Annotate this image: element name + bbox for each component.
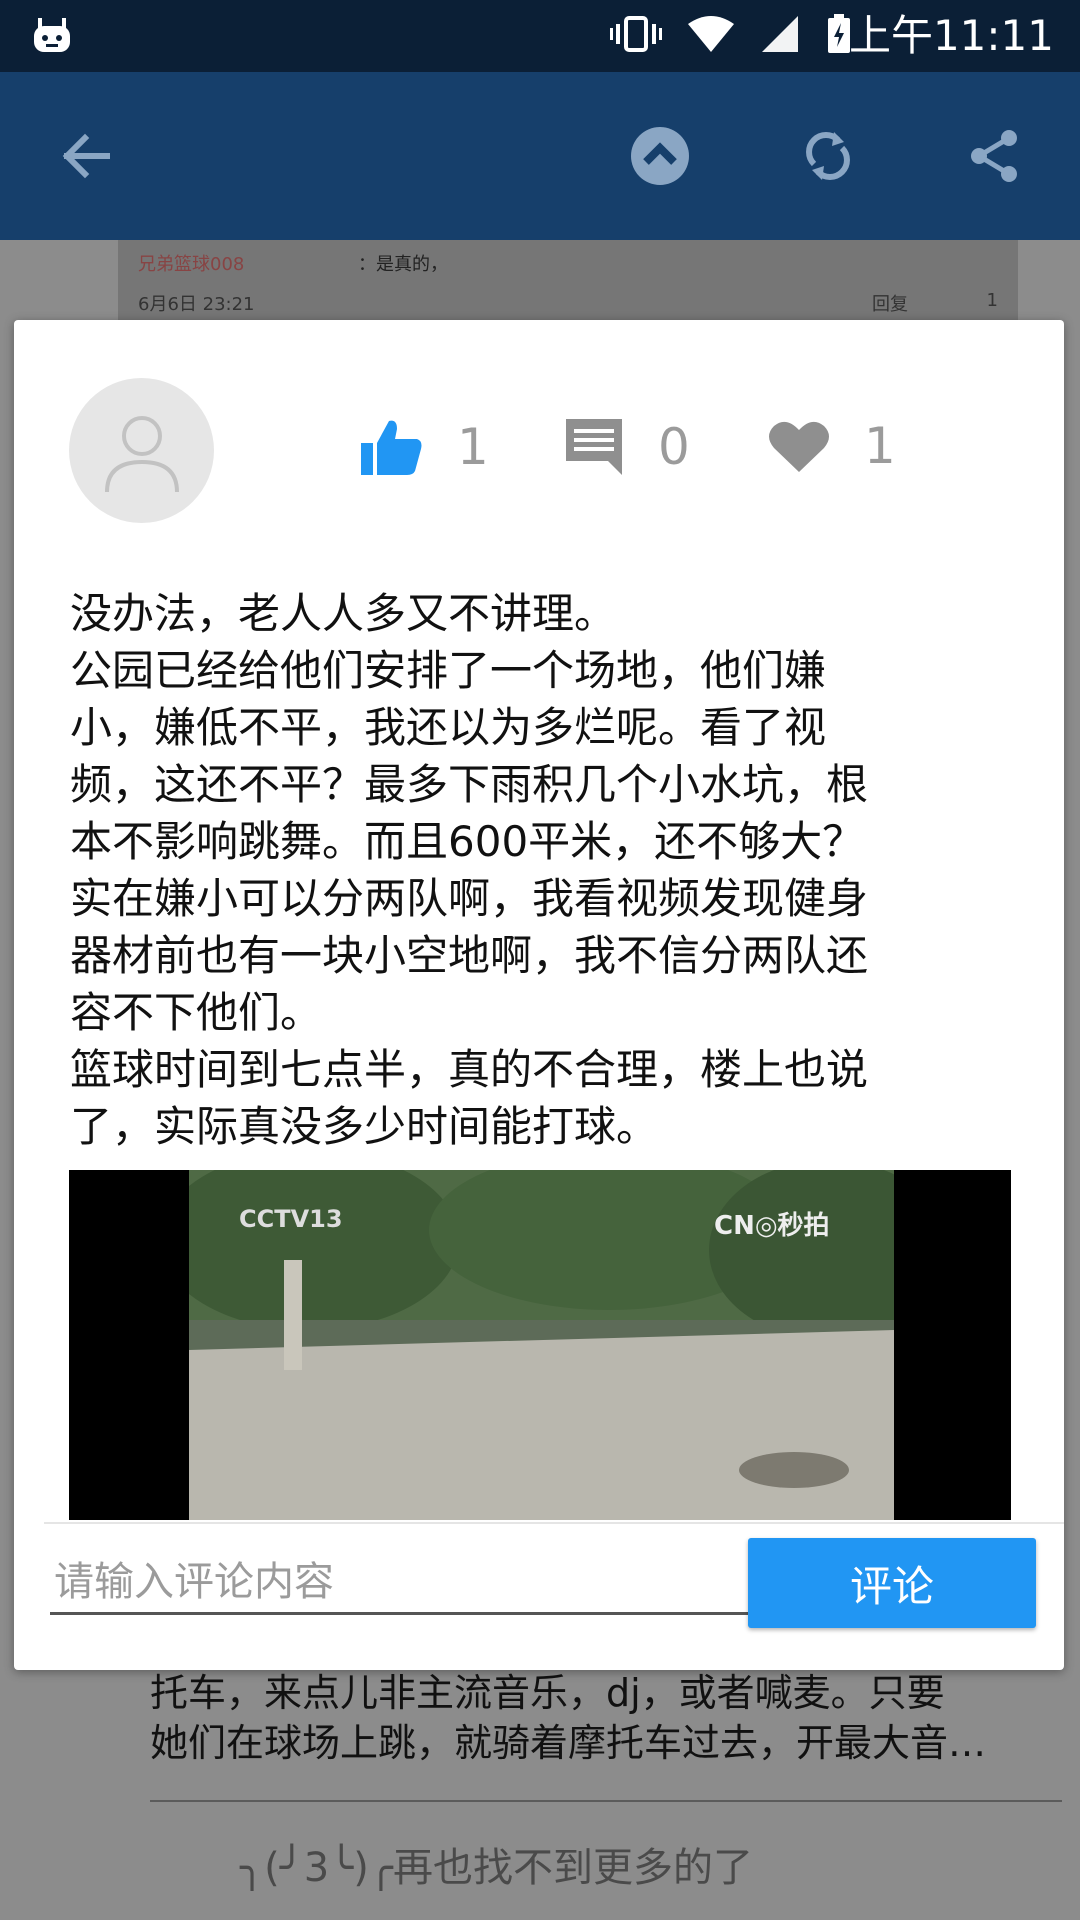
signal-icon [760, 14, 800, 58]
like-stat[interactable]: 1 [359, 417, 489, 477]
background-comment-body: 托车，来点儿非主流音乐，dj，或者喊麦。只要 她们在球场上跳，就骑着摩托车过去，… [150, 1671, 987, 1765]
wifi-icon [688, 14, 734, 58]
comment-detail-dialog: 1 0 1 没办法，老人人多又不讲理。 公园已经给他们安排了一个场地，他们嫌 小… [14, 320, 1064, 1670]
user-placeholder-icon [104, 415, 179, 492]
comment-icon [566, 419, 622, 475]
back-arrow-icon[interactable] [45, 116, 125, 196]
heart-icon [769, 421, 829, 472]
comment-input[interactable] [50, 1552, 748, 1615]
status-bar: 上午11:11 [0, 0, 1080, 72]
status-time: 上午11:11 [848, 11, 1054, 60]
vibrate-icon [610, 14, 662, 58]
input-divider [44, 1522, 1064, 1524]
comment-content: 没办法，老人人多又不讲理。 公园已经给他们安排了一个场地，他们嫌 小，嫌低不平，… [70, 589, 869, 1151]
background-divider [150, 1800, 1062, 1802]
comment-stat[interactable]: 0 [564, 417, 690, 477]
comment-count: 0 [658, 418, 690, 476]
cctv-logo: CCTV13 [239, 1205, 343, 1233]
background-comment-user: 兄弟篮球008 [138, 254, 245, 275]
refresh-icon[interactable] [788, 116, 868, 196]
top-toolbar [0, 72, 1080, 240]
background-comment-date: 6月6日 23:21 [138, 294, 255, 315]
background-comment-text: ：是真的， [358, 254, 448, 275]
share-icon[interactable] [955, 116, 1035, 196]
avatar[interactable] [69, 378, 214, 523]
favorite-stat[interactable]: 1 [768, 417, 896, 475]
background-like-count: 1 [986, 290, 998, 311]
video-thumbnail[interactable]: CCTV13 CN◎秒拍 [69, 1170, 1011, 1520]
favorite-count: 1 [864, 417, 896, 475]
background-reply-link: 回复 [872, 294, 908, 315]
scroll-top-icon[interactable] [620, 116, 700, 196]
submit-comment-button[interactable]: 评论 [748, 1538, 1036, 1628]
thumb-up-icon [361, 420, 422, 475]
background-comment: 兄弟篮球008 ：是真的， 6月6日 23:21 回复 1 [118, 240, 1018, 320]
app-notification-icon [30, 16, 74, 56]
end-of-list-message: ╮(╯3╰)╭再也找不到更多的了 [240, 1845, 753, 1891]
like-count: 1 [457, 418, 489, 476]
cn-miaopai-logo: CN◎秒拍 [714, 1211, 830, 1241]
